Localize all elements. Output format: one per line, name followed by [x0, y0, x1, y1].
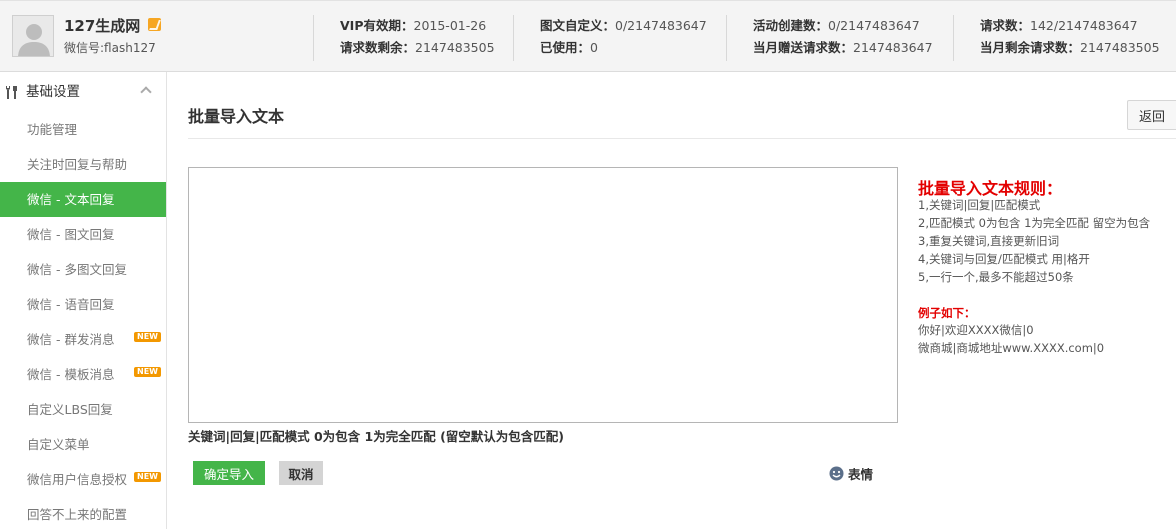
- sidebar-item[interactable]: 功能管理: [0, 112, 166, 147]
- sidebar-item[interactable]: 自定义LBS回复: [0, 392, 166, 427]
- account-header: 127生成网 微信号:flash127 VIP有效期：2015-01-26 请求…: [0, 0, 1176, 72]
- sidebar-item-label: 自定义LBS回复: [27, 402, 113, 417]
- sidebar-item[interactable]: 微信 - 文本回复: [0, 182, 166, 217]
- smiley-icon: [829, 466, 844, 480]
- sidebar-item-label: 自定义菜单: [27, 437, 90, 452]
- emoji-button[interactable]: 表情: [829, 464, 873, 482]
- sidebar-item-label: 回答不上来的配置: [27, 507, 128, 522]
- new-badge: NEW: [134, 472, 161, 482]
- stat-requests: 请求数：142/2147483647: [980, 18, 1138, 33]
- sidebar-section-title: 基础设置: [26, 84, 80, 100]
- stats-column-news: 图文自定义：0/2147483647 已使用：0: [513, 15, 707, 61]
- import-textarea[interactable]: [188, 167, 898, 423]
- new-badge: NEW: [134, 332, 161, 342]
- account-name: 127生成网: [64, 17, 141, 35]
- sidebar-item[interactable]: 微信用户信息授权 NEW: [0, 462, 166, 497]
- avatar[interactable]: [12, 15, 54, 57]
- stats-column-requests: 请求数：142/2147483647 当月剩余请求数：2147483505: [953, 15, 1160, 61]
- sidebar-item-label: 微信用户信息授权: [27, 472, 128, 487]
- divider: [188, 138, 1176, 139]
- sidebar-item-label: 微信 - 群发消息: [27, 332, 115, 347]
- cancel-button[interactable]: 取消: [279, 461, 323, 485]
- wechat-id: 微信号:flash127: [64, 41, 156, 55]
- stat-requests-remaining: 请求数剩余：2147483505: [340, 40, 495, 55]
- stats-column-vip: VIP有效期：2015-01-26 请求数剩余：2147483505: [313, 15, 495, 61]
- confirm-import-button[interactable]: 确定导入: [193, 461, 265, 485]
- sidebar-item[interactable]: 微信 - 模板消息 NEW: [0, 357, 166, 392]
- sidebar-section-basic-settings[interactable]: 基础设置: [0, 72, 166, 112]
- rule-line: 5,一行一个,最多不能超过50条: [918, 270, 1074, 284]
- default-avatar-icon: [13, 16, 53, 56]
- back-button[interactable]: 返回: [1127, 100, 1176, 130]
- stat-activity-created: 活动创建数：0/2147483647: [753, 18, 920, 33]
- sidebar-item[interactable]: 自定义菜单: [0, 427, 166, 462]
- example-title: 例子如下：: [918, 306, 976, 320]
- stat-used: 已使用：0: [540, 40, 598, 55]
- rule-line: 2,匹配模式 0为包含 1为完全匹配 留空为包含: [918, 216, 1151, 230]
- sidebar-item[interactable]: 微信 - 群发消息 NEW: [0, 322, 166, 357]
- sidebar-item[interactable]: 微信 - 多图文回复: [0, 252, 166, 287]
- sidebar-item-label: 微信 - 图文回复: [27, 227, 115, 242]
- sidebar-item[interactable]: 关注时回复与帮助: [0, 147, 166, 182]
- rule-line: 1,关键词|回复|匹配模式: [918, 198, 1041, 212]
- sidebar-item-label: 微信 - 多图文回复: [27, 262, 127, 277]
- format-hint: 关键词|回复|匹配模式 0为包含 1为完全匹配 (留空默认为包含匹配): [188, 429, 565, 444]
- sidebar-item-label: 关注时回复与帮助: [27, 157, 128, 172]
- sidebar-item-label: 微信 - 模板消息: [27, 367, 115, 382]
- emoji-label: 表情: [848, 466, 874, 482]
- sidebar-item-label: 微信 - 文本回复: [27, 192, 115, 207]
- example-line: 微商城|商城地址www.XXXX.com|0: [918, 341, 1105, 355]
- sidebar-item-label: 功能管理: [27, 122, 78, 137]
- stat-news-custom: 图文自定义：0/2147483647: [540, 18, 707, 33]
- edit-icon[interactable]: [148, 18, 161, 31]
- sidebar-item[interactable]: 回答不上来的配置: [0, 497, 166, 529]
- chevron-up-icon[interactable]: [140, 86, 152, 98]
- page-title: 批量导入文本: [188, 107, 285, 126]
- rules-title: 批量导入文本规则：: [918, 179, 1063, 198]
- rule-line: 4,关键词与回复/匹配模式 用|格开: [918, 252, 1090, 266]
- sidebar-item-label: 微信 - 语音回复: [27, 297, 115, 312]
- sidebar: 基础设置 功能管理 关注时回复与帮助 微信 - 文本回复 微信 - 图文回复 微信 - …: [0, 72, 167, 529]
- sidebar-item[interactable]: 微信 - 图文回复: [0, 217, 166, 252]
- stat-vip-expiry: VIP有效期：2015-01-26: [340, 18, 487, 33]
- rule-line: 3,重复关键词,直接更新旧词: [918, 234, 1060, 248]
- new-badge: NEW: [134, 367, 161, 377]
- example-line: 你好|欢迎XXXX微信|0: [918, 323, 1034, 337]
- stat-monthly-gift: 当月赠送请求数：2147483647: [753, 40, 933, 55]
- stats-column-activity: 活动创建数：0/2147483647 当月赠送请求数：2147483647: [726, 15, 933, 61]
- sidebar-item[interactable]: 微信 - 语音回复: [0, 287, 166, 322]
- sidebar-menu: 功能管理关注时回复与帮助 微信 - 文本回复 微信 - 图文回复 微信 - 多图文回复…: [0, 112, 166, 529]
- tools-icon: [6, 86, 17, 99]
- stat-monthly-remaining: 当月剩余请求数：2147483505: [980, 40, 1160, 55]
